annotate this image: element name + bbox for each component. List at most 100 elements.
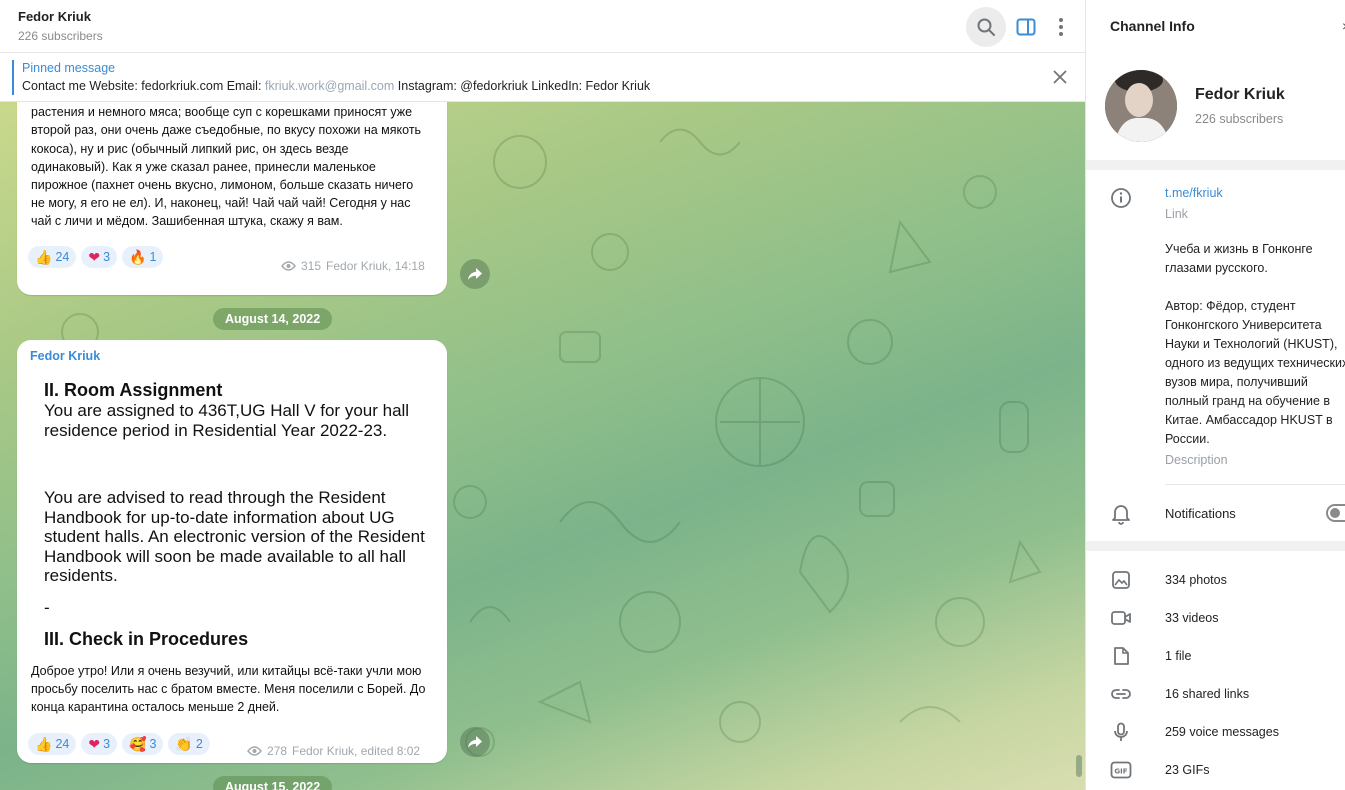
eye-icon: [281, 261, 296, 271]
reaction-count: 1: [149, 250, 157, 264]
chat-subscribers: 226 subscribers: [18, 29, 103, 43]
reaction-chip[interactable]: ❤ 3: [81, 246, 118, 268]
date-separator: August 15, 2022: [213, 776, 333, 790]
media-links[interactable]: 16 shared links: [1165, 687, 1249, 701]
search-icon: [977, 18, 995, 36]
heart-icon: ❤: [88, 248, 101, 265]
search-button[interactable]: [966, 7, 1006, 47]
reaction-count: 3: [103, 250, 111, 264]
pinned-text: Contact me Website: fedorkriuk.com Email…: [22, 79, 650, 93]
doc-heading: II. Room Assignment: [44, 380, 223, 400]
doc-paragraph: You are assigned to 436T,UG Hall V for y…: [44, 401, 410, 440]
reactions-bar: 👍 24 ❤ 3 🔥 1: [28, 246, 164, 268]
link-label: Link: [1165, 207, 1188, 221]
view-count: 315: [301, 259, 322, 273]
info-icon: [1110, 187, 1132, 209]
media-voice[interactable]: 259 voice messages: [1165, 725, 1279, 739]
message-bubble[interactable]: Fedor Kriuk II. Room Assignment You are …: [17, 340, 447, 763]
pinned-text-part: Instagram: @fedorkriuk LinkedIn: Fedor K…: [394, 79, 651, 93]
close-icon: [1053, 70, 1067, 84]
channel-info-panel: Channel Info × Fedor Kriuk 226 subscribe…: [1085, 0, 1345, 790]
section-divider: [1086, 541, 1345, 551]
channel-description: Учеба и жизнь в Гонконге глазами русског…: [1165, 240, 1345, 449]
message-signature: Fedor Kriuk, 14:18: [326, 259, 425, 273]
media-gifs[interactable]: 23 GIFs: [1165, 763, 1209, 777]
microphone-icon: [1110, 721, 1132, 743]
section-divider: [1086, 160, 1345, 170]
reaction-count: 3: [103, 737, 111, 751]
avatar-photo: [1105, 70, 1177, 142]
eye-icon: [247, 746, 262, 756]
divider: [1165, 484, 1345, 485]
reaction-chip[interactable]: 👍 24: [28, 246, 77, 268]
doc-dash: -: [44, 598, 50, 617]
pinned-email[interactable]: fkriuk.work@gmail.com: [265, 79, 394, 93]
channel-link[interactable]: t.me/fkriuk: [1165, 186, 1223, 200]
pinned-text-part: Contact me Website: fedorkriuk.com Email…: [22, 79, 265, 93]
reaction-chip[interactable]: 🔥 1: [122, 246, 164, 268]
media-videos[interactable]: 33 videos: [1165, 611, 1219, 625]
reaction-chip[interactable]: 👏 2: [168, 733, 210, 755]
smiling-hearts-icon: 🥰: [129, 735, 147, 752]
panel-title: Channel Info: [1110, 18, 1195, 34]
description-label: Description: [1165, 453, 1228, 467]
media-photos[interactable]: 334 photos: [1165, 573, 1227, 587]
notifications-label[interactable]: Notifications: [1165, 506, 1236, 521]
doc-heading: III. Check in Procedures: [44, 629, 249, 649]
clapping-hands-icon: 👏: [175, 735, 193, 752]
reaction-count: 2: [195, 737, 203, 751]
view-count: 278: [267, 744, 288, 758]
channel-subscribers: 226 subscribers: [1195, 112, 1284, 126]
message-signature: Fedor Kriuk, edited 8:02: [292, 744, 421, 758]
chat-title[interactable]: Fedor Kriuk: [18, 9, 91, 24]
description-line: Автор: Фёдор, студент Гонконгского Униве…: [1165, 299, 1345, 446]
link-icon: [1110, 683, 1132, 705]
notifications-toggle[interactable]: [1326, 504, 1345, 522]
video-icon: [1110, 607, 1132, 629]
more-vertical-icon: [1059, 18, 1063, 36]
fire-icon: 🔥: [129, 248, 147, 265]
share-arrow-icon: [468, 268, 482, 280]
chat-area: Fedor Kriuk 226 subscribers Pinned messa…: [0, 0, 1085, 790]
forward-button[interactable]: [460, 727, 490, 757]
message-bubble[interactable]: листьев, суп (горячая вода, в которой пл…: [17, 102, 447, 295]
avatar[interactable]: [1105, 70, 1177, 142]
channel-name: Fedor Kriuk: [1195, 86, 1285, 103]
chat-header[interactable]: Fedor Kriuk 226 subscribers: [0, 0, 1085, 53]
doc-paragraph: You are advised to read through the Resi…: [44, 488, 425, 585]
message-meta: 278 Fedor Kriuk, edited 8:02: [247, 744, 420, 758]
thumbs-up-icon: 👍: [35, 735, 53, 752]
svg-text:GIF: GIF: [1114, 768, 1127, 776]
message-text: листьев, суп (горячая вода, в которой пл…: [31, 105, 422, 229]
bell-icon: [1110, 503, 1132, 525]
reactions-bar: 👍 24 ❤ 3 🥰 3 👏 2: [28, 733, 210, 755]
reaction-chip[interactable]: ❤ 3: [81, 733, 118, 755]
reaction-count: 24: [55, 737, 70, 751]
date-separator: August 14, 2022: [213, 308, 333, 330]
share-arrow-icon: [468, 736, 482, 748]
gif-icon: GIF: [1110, 759, 1132, 781]
forward-button[interactable]: [460, 259, 490, 289]
document-photo[interactable]: II. Room Assignment You are assigned to …: [17, 370, 447, 658]
description-line: Учеба и жизнь в Гонконге глазами русског…: [1165, 242, 1313, 275]
heart-icon: ❤: [88, 735, 101, 752]
sidebar-toggle-button[interactable]: [1006, 7, 1046, 47]
message-text: Доброе утро! Или я очень везучий, или ки…: [31, 664, 426, 715]
more-options-button[interactable]: [1041, 7, 1081, 47]
media-files[interactable]: 1 file: [1165, 649, 1191, 663]
file-icon: [1110, 645, 1132, 667]
reaction-count: 3: [149, 737, 157, 751]
reaction-chip[interactable]: 👍 24: [28, 733, 77, 755]
sidebar-toggle-icon: [1016, 18, 1036, 36]
thumbs-up-icon: 👍: [35, 248, 53, 265]
reaction-chip[interactable]: 🥰 3: [122, 733, 164, 755]
reaction-count: 24: [55, 250, 70, 264]
pinned-message[interactable]: Pinned message Contact me Website: fedor…: [0, 54, 1085, 102]
close-pinned-button[interactable]: [1050, 67, 1070, 87]
chat-scrollbar[interactable]: [1076, 755, 1082, 777]
pinned-title: Pinned message: [22, 61, 116, 75]
pinned-accent-bar: [12, 60, 14, 95]
message-sender[interactable]: Fedor Kriuk: [30, 349, 100, 363]
chat-wallpaper: листьев, суп (горячая вода, в которой пл…: [0, 102, 1085, 790]
photo-icon: [1110, 569, 1132, 591]
